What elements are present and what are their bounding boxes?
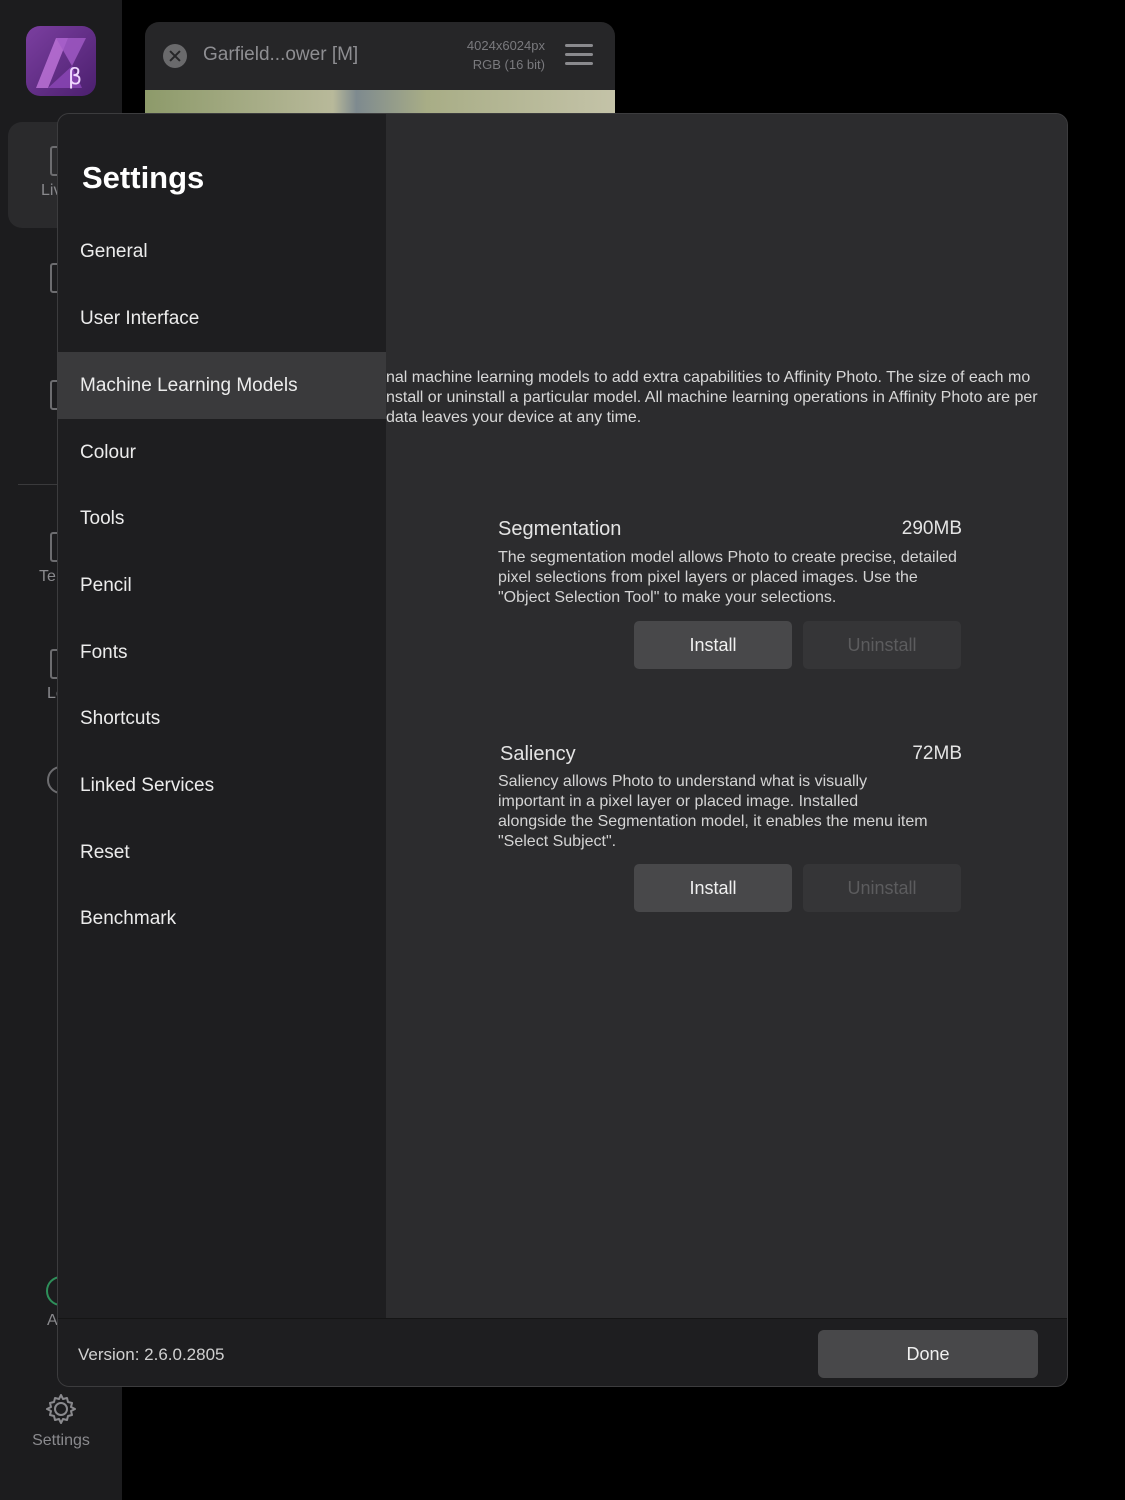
version-label: Version: 2.6.0.2805	[78, 1345, 225, 1364]
document-meta: 4024x6024px RGB (16 bit)	[467, 36, 545, 74]
affinity-photo-logo-icon: β	[26, 26, 96, 96]
document-color-mode: RGB (16 bit)	[472, 57, 545, 72]
model-name: Saliency	[500, 743, 576, 765]
segmentation-uninstall-button[interactable]: Uninstall	[803, 621, 961, 669]
segmentation-install-button[interactable]: Install	[634, 621, 792, 669]
nav-linked-services[interactable]: Linked Services	[58, 752, 386, 819]
model-description: The segmentation model allows Photo to c…	[498, 549, 957, 606]
settings-dialog: Settings General User Interface Machine …	[57, 113, 1068, 1387]
model-name: Segmentation	[498, 518, 622, 540]
nav-reset[interactable]: Reset	[58, 819, 386, 886]
settings-footer: Version: 2.6.0.2805 Done	[58, 1318, 1067, 1386]
model-size: 290MB	[901, 518, 962, 539]
done-button[interactable]: Done	[818, 1330, 1038, 1378]
nav-benchmark[interactable]: Benchmark	[58, 885, 386, 952]
document-menu-icon[interactable]	[565, 44, 593, 66]
nav-user-interface[interactable]: User Interface	[58, 285, 386, 352]
settings-sidebar: Settings General User Interface Machine …	[58, 114, 386, 1318]
rail-item-settings[interactable]: Settings	[0, 1392, 122, 1450]
nav-shortcuts[interactable]: Shortcuts	[58, 685, 386, 752]
nav-colour[interactable]: Colour	[58, 419, 386, 486]
svg-text:β: β	[68, 65, 82, 90]
settings-content: nal machine learning models to add extra…	[386, 114, 1067, 1318]
nav-machine-learning-models[interactable]: Machine Learning Models	[58, 352, 386, 419]
nav-tools[interactable]: Tools	[58, 485, 386, 552]
document-tab[interactable]: Garfield...ower [M] 4024x6024px RGB (16 …	[145, 22, 615, 92]
model-size: 72MB	[912, 743, 962, 764]
document-dimensions: 4024x6024px	[466, 38, 545, 53]
document-title: Garfield...ower [M]	[203, 44, 359, 65]
nav-general[interactable]: General	[58, 218, 386, 285]
saliency-install-button[interactable]: Install	[634, 864, 792, 912]
ml-intro-text: nal machine learning models to add extra…	[386, 369, 1038, 426]
close-document-icon[interactable]	[163, 44, 187, 68]
settings-title: Settings	[82, 160, 205, 195]
gear-icon	[46, 1394, 76, 1424]
saliency-uninstall-button[interactable]: Uninstall	[803, 864, 961, 912]
nav-fonts[interactable]: Fonts	[58, 619, 386, 686]
nav-pencil[interactable]: Pencil	[58, 552, 386, 619]
model-description: Saliency allows Photo to understand what…	[498, 773, 928, 850]
